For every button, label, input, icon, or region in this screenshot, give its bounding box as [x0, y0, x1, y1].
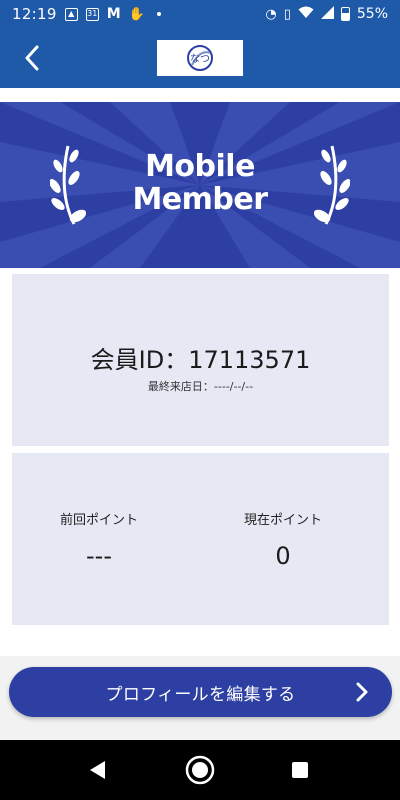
mobile-member-banner: Mobile Member: [0, 102, 400, 268]
gmail-notification-icon: M: [106, 6, 121, 22]
points-card: 前回ポイント --- 現在ポイント 0: [12, 453, 389, 625]
more-notifications-icon: [156, 12, 161, 16]
nav-home-icon: [185, 755, 215, 785]
last-visit-date: 最終来店日：----/--/--: [147, 380, 254, 393]
nav-home-button[interactable]: [182, 752, 218, 788]
chevron-right-icon: [356, 682, 368, 702]
accessibility-notification-icon: ✋: [128, 6, 145, 22]
previous-points-value: ---: [86, 542, 112, 570]
wifi-icon: [298, 6, 314, 23]
nav-back-icon: [90, 761, 105, 779]
nfc-icon: ◔: [265, 6, 277, 22]
nav-back-button[interactable]: [80, 752, 116, 788]
current-points-value: 0: [275, 542, 291, 570]
signal-icon: [320, 5, 334, 23]
top-strip: [0, 88, 400, 102]
edit-profile-button[interactable]: プロフィールを編集する: [9, 667, 392, 717]
calendar-notification-icon: 31: [85, 7, 99, 21]
previous-points-label: 前回ポイント: [59, 513, 138, 528]
back-arrow-icon: [25, 45, 39, 71]
image-notification-icon: ▲: [64, 7, 78, 21]
current-points-label: 現在ポイント: [243, 513, 322, 528]
system-nav-bar: [0, 740, 400, 800]
previous-points: 前回ポイント ---: [14, 509, 184, 570]
status-time: 12:19: [12, 5, 57, 23]
current-points: 現在ポイント 0: [198, 509, 368, 570]
battery-percent: 55%: [356, 6, 388, 22]
edit-profile-label: プロフィールを編集する: [105, 684, 296, 705]
battery-icon: [340, 7, 350, 21]
back-button[interactable]: [16, 42, 48, 74]
store-logo: なつ: [157, 40, 243, 76]
nav-recents-button[interactable]: [282, 752, 318, 788]
right-laurel-icon: [314, 145, 350, 225]
member-info-card: 会員ID：17113571 最終来店日：----/--/--: [12, 274, 389, 446]
member-id: 会員ID：17113571: [90, 346, 311, 374]
app-header: なつ: [0, 28, 400, 88]
vibrate-icon: ▯: [283, 6, 291, 22]
status-bar: 12:19 ▲ 31 M ✋ ◔ ▯ 55%: [0, 0, 400, 28]
nav-recents-icon: [292, 762, 308, 778]
logo-text: なつ: [190, 53, 210, 65]
